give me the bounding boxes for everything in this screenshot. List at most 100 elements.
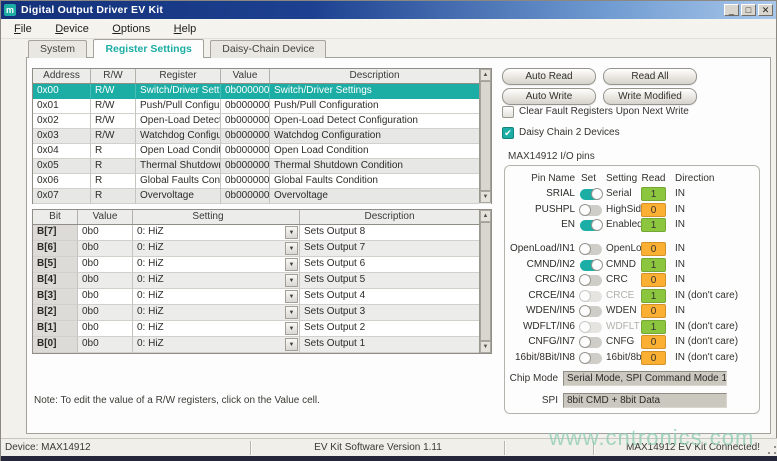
register-row[interactable]: 0x06RGlobal Faults Condition0b00000000Gl… [33,174,491,189]
menu-help[interactable]: Help [165,20,207,38]
register-row[interactable]: 0x02R/WOpen-Load Detect Confi...0b000000… [33,114,491,129]
io-pins-group: Pin Name Set Setting Read Direction SRIA… [504,165,760,414]
close-button[interactable]: ✕ [758,4,773,16]
bit-row[interactable]: B[7]0b00: HiZ▼Sets Output 8 [33,225,491,241]
bit-cell-value: 0b0 [78,289,133,305]
scrollbar-thumb[interactable] [480,222,491,341]
tab-system[interactable]: System [28,40,87,58]
register-cell-description: Overvoltage [270,189,479,204]
col-header-bit-description: Description [300,210,479,224]
toggle-switch[interactable] [580,353,602,364]
register-cell-value[interactable]: 0b00000000 [221,174,270,189]
toggle-knob [579,352,591,364]
scrollbar-thumb[interactable] [480,81,491,191]
bit-row[interactable]: B[3]0b00: HiZ▼Sets Output 4 [33,289,491,305]
toggle-switch[interactable] [580,189,602,200]
bit-setting-dropdown[interactable]: 0: HiZ▼ [133,305,300,321]
menu-options[interactable]: Options [103,20,160,38]
menu-file[interactable]: File [5,20,42,38]
edit-note: Note: To edit the value of a R/W registe… [34,395,320,406]
register-cell-value[interactable]: 0b00000000 [221,129,270,144]
bit-setting-dropdown[interactable]: 0: HiZ▼ [133,257,300,273]
bit-row[interactable]: B[6]0b00: HiZ▼Sets Output 7 [33,241,491,257]
toggle-knob [579,321,591,333]
bit-row[interactable]: B[4]0b00: HiZ▼Sets Output 5 [33,273,491,289]
toggle-switch[interactable] [580,205,602,216]
bit-cell-description: Sets Output 4 [300,289,479,305]
minimize-button[interactable]: _ [724,4,739,16]
clear-fault-checkbox[interactable]: Clear Fault Registers Upon Next Write [502,105,689,118]
register-row[interactable]: 0x04ROpen Load Condition0b00000000Open L… [33,144,491,159]
dropdown-arrow-icon[interactable]: ▼ [285,274,298,287]
register-cell-value[interactable]: 0b00000000 [221,159,270,174]
auto-write-button[interactable]: Auto Write [502,88,596,105]
bit-table-scrollbar[interactable]: ▲ ▼ [479,210,491,353]
bit-row[interactable]: B[1]0b00: HiZ▼Sets Output 2 [33,321,491,337]
dropdown-arrow-icon[interactable]: ▼ [285,322,298,335]
io-pin-row: CRC/IN3CRC0IN [509,273,759,288]
register-cell-value[interactable]: 0b00000000 [221,84,270,99]
bit-row[interactable]: B[2]0b00: HiZ▼Sets Output 3 [33,305,491,321]
toggle-knob [579,290,591,302]
dropdown-arrow-icon[interactable]: ▼ [285,338,298,351]
checkbox-box[interactable]: ✔ [502,127,514,139]
chip-mode-label: Chip Mode [509,373,558,384]
resize-grip[interactable] [767,445,776,454]
scroll-down-icon[interactable]: ▼ [480,191,491,203]
toggle-switch[interactable] [580,275,602,286]
bit-cell-value: 0b0 [78,225,133,241]
dropdown-arrow-icon[interactable]: ▼ [285,290,298,303]
register-row[interactable]: 0x03R/WWatchdog Configuration0b00000000W… [33,129,491,144]
toggle-switch[interactable] [580,220,602,231]
checkbox-box[interactable] [502,106,514,118]
tab-register-settings[interactable]: Register Settings [93,39,203,58]
bit-setting-dropdown[interactable]: 0: HiZ▼ [133,289,300,305]
dropdown-arrow-icon[interactable]: ▼ [285,226,298,239]
bit-setting-dropdown[interactable]: 0: HiZ▼ [133,337,300,353]
read-all-button[interactable]: Read All [603,68,697,85]
register-row[interactable]: 0x01R/WPush/Pull Configuration0b00000000… [33,99,491,114]
tab-daisy-chain-device[interactable]: Daisy-Chain Device [210,40,326,58]
toggle-knob [591,188,603,200]
register-cell-value[interactable]: 0b00000000 [221,114,270,129]
status-version: EV Kit Software Version 1.11 [252,439,504,457]
auto-read-button[interactable]: Auto Read [502,68,596,85]
io-read-value: 0 [641,242,666,256]
bit-setting-dropdown[interactable]: 0: HiZ▼ [133,273,300,289]
toggle-switch[interactable] [580,244,602,255]
register-cell-description: Watchdog Configuration [270,129,479,144]
bit-row[interactable]: B[5]0b00: HiZ▼Sets Output 6 [33,257,491,273]
io-read-value: 0 [641,351,666,365]
bit-setting-dropdown[interactable]: 0: HiZ▼ [133,321,300,337]
scroll-down-icon[interactable]: ▼ [480,341,491,353]
register-cell-description: Thermal Shutdown Condition [270,159,479,174]
io-read-value: 0 [641,203,666,217]
dropdown-arrow-icon[interactable]: ▼ [285,306,298,319]
toggle-switch[interactable] [580,260,602,271]
register-row[interactable]: 0x05RThermal Shutdown Con...0b00000000Th… [33,159,491,174]
register-cell-register: Global Faults Condition [136,174,221,189]
toggle-switch[interactable] [580,337,602,348]
register-cell-address: 0x01 [33,99,91,114]
bit-setting-dropdown[interactable]: 0: HiZ▼ [133,225,300,241]
io-pin-direction: IN (don't care) [675,320,738,334]
register-row[interactable]: 0x00R/WSwitch/Driver Settings0b00000000S… [33,84,491,99]
maximize-button[interactable]: □ [741,4,756,16]
register-row[interactable]: 0x07ROvervoltage0b00000000Overvoltage [33,189,491,204]
dropdown-arrow-icon[interactable]: ▼ [285,258,298,271]
scroll-up-icon[interactable]: ▲ [480,210,491,222]
scroll-up-icon[interactable]: ▲ [480,69,491,81]
register-cell-address: 0x03 [33,129,91,144]
menu-device[interactable]: Device [46,20,99,38]
write-modified-button[interactable]: Write Modified [603,88,697,105]
register-cell-address: 0x00 [33,84,91,99]
dropdown-arrow-icon[interactable]: ▼ [285,242,298,255]
register-cell-value[interactable]: 0b00000000 [221,144,270,159]
bit-setting-dropdown[interactable]: 0: HiZ▼ [133,241,300,257]
bit-row[interactable]: B[0]0b00: HiZ▼Sets Output 1 [33,337,491,353]
register-cell-value[interactable]: 0b00000000 [221,189,270,204]
register-table-scrollbar[interactable]: ▲ ▼ [479,69,491,203]
register-cell-value[interactable]: 0b00000000 [221,99,270,114]
daisy-chain-checkbox[interactable]: ✔ Daisy Chain 2 Devices [502,126,620,139]
toggle-switch[interactable] [580,306,602,317]
